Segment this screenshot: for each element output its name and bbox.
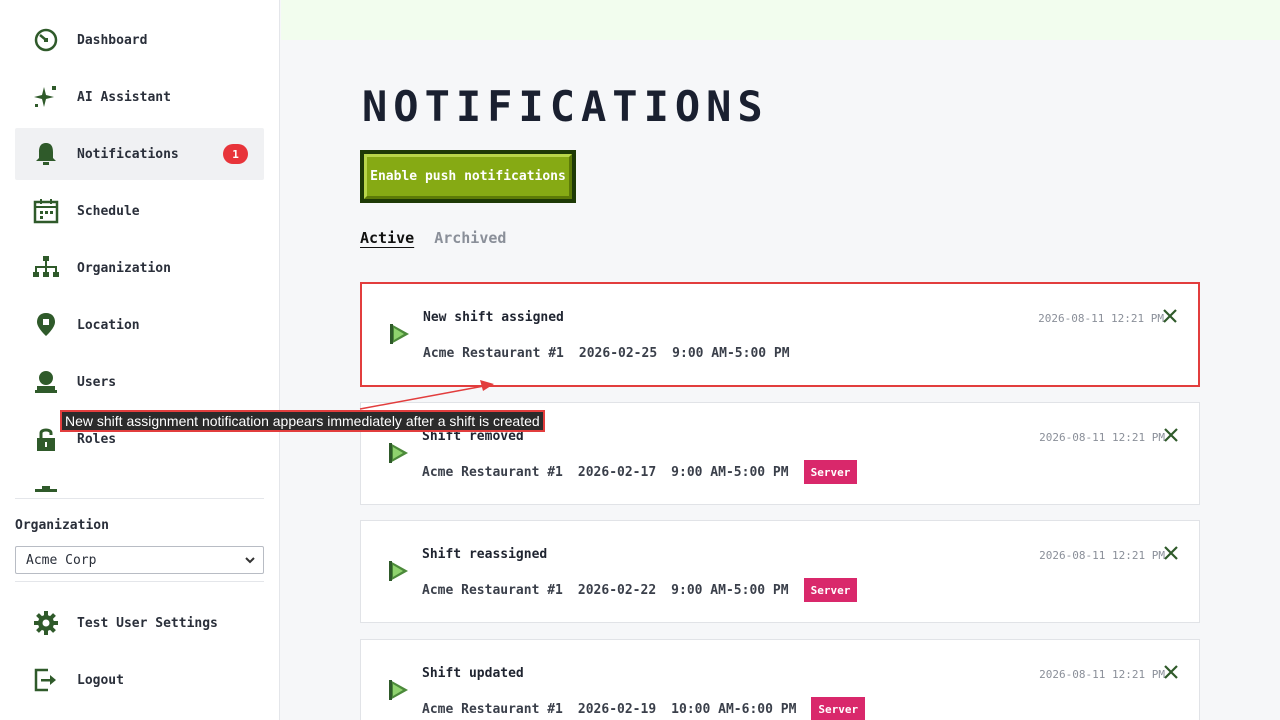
logout-button[interactable]: Logout	[15, 654, 264, 706]
notification-time: 10:00 AM-6:00 PM	[671, 701, 797, 717]
page-title: NOTIFICATIONS	[362, 82, 769, 131]
calendar-icon	[29, 194, 63, 228]
notification-arrow-icon	[389, 443, 408, 463]
notification-card[interactable]: New shift assigned Acme Restaurant #1 20…	[360, 282, 1200, 387]
sidebar-item-label: Users	[77, 374, 117, 390]
sidebar-item-schedule[interactable]: Schedule	[15, 185, 264, 237]
sidebar-divider	[15, 581, 264, 582]
sidebar-item-ai-assistant[interactable]: AI Assistant	[15, 71, 264, 123]
role-badge: Server	[803, 578, 858, 602]
notification-meta: Acme Restaurant #1 2026-02-19 10:00 AM-6…	[422, 696, 866, 720]
notification-time: 9:00 AM-5:00 PM	[672, 345, 790, 361]
enable-push-notifications-button[interactable]: Enable push notifications	[360, 150, 576, 203]
notification-location: Acme Restaurant #1	[423, 345, 564, 361]
notification-timestamp: 2026-08-11 12:21 PM	[1039, 431, 1165, 444]
notification-meta: Acme Restaurant #1 2026-02-17 9:00 AM-5:…	[422, 459, 858, 485]
sidebar-item-organization[interactable]: Organization	[15, 242, 264, 294]
organization-select-value: Acme Corp	[26, 552, 97, 568]
notification-time: 9:00 AM-5:00 PM	[671, 582, 789, 598]
top-banner-strip	[281, 0, 1280, 40]
notification-card[interactable]: Shift reassigned Acme Restaurant #1 2026…	[360, 520, 1200, 623]
user-icon	[29, 365, 63, 399]
sidebar-item-label: AI Assistant	[77, 89, 171, 105]
sidebar-item-users[interactable]: Users	[15, 356, 264, 408]
close-icon[interactable]	[1163, 664, 1179, 680]
notification-title: New shift assigned	[423, 310, 564, 325]
test-user-settings-button[interactable]: Test User Settings	[15, 597, 264, 649]
notification-title: Shift updated	[422, 666, 524, 681]
sidebar-item-label: Notifications	[77, 146, 179, 162]
sidebar-divider	[15, 498, 264, 499]
notification-date: 2026-02-17	[577, 464, 657, 480]
close-icon[interactable]	[1163, 427, 1179, 443]
tab-active[interactable]: Active	[360, 229, 414, 247]
annotation-callout: New shift assignment notification appear…	[60, 410, 545, 432]
push-button-label: Enable push notifications	[364, 154, 572, 199]
notification-meta: Acme Restaurant #1 2026-02-22 9:00 AM-5:…	[422, 577, 858, 603]
sidebar-item-dashboard[interactable]: Dashboard	[15, 14, 264, 66]
role-badge: Server	[811, 697, 866, 720]
notification-timestamp: 2026-08-11 12:21 PM	[1039, 549, 1165, 562]
sparkle-icon	[29, 80, 63, 114]
sidebar-item-more[interactable]	[15, 470, 264, 492]
close-icon[interactable]	[1163, 545, 1179, 561]
notification-arrow-icon	[389, 561, 408, 581]
notification-date: 2026-02-22	[577, 582, 657, 598]
notification-location: Acme Restaurant #1	[422, 464, 563, 480]
notification-location: Acme Restaurant #1	[422, 701, 563, 717]
sidebar-item-label: Roles	[77, 431, 117, 447]
sidebar-item-label: Organization	[77, 260, 171, 276]
lock-icon	[29, 422, 63, 456]
role-badge: Server	[803, 460, 858, 484]
notification-meta: Acme Restaurant #1 2026-02-25 9:00 AM-5:…	[423, 340, 805, 366]
sidebar-item-label: Dashboard	[77, 32, 148, 48]
sidebar-item-label: Location	[77, 317, 140, 333]
chevron-down-icon	[245, 557, 255, 564]
notification-date: 2026-02-19	[577, 701, 657, 717]
notification-date: 2026-02-25	[578, 345, 658, 361]
tab-archived[interactable]: Archived	[434, 229, 506, 247]
notification-arrow-icon	[390, 324, 409, 344]
organization-select[interactable]: Acme Corp	[15, 546, 264, 574]
notification-arrow-icon	[389, 680, 408, 700]
gear-icon	[29, 606, 63, 640]
organization-label: Organization	[15, 518, 109, 533]
notification-card[interactable]: Shift updated Acme Restaurant #1 2026-02…	[360, 639, 1200, 720]
sidebar: Dashboard AI Assistant Notifications 1 S…	[0, 0, 280, 720]
close-icon[interactable]	[1162, 308, 1178, 324]
org-chart-icon	[29, 251, 63, 285]
notification-title: Shift reassigned	[422, 547, 548, 562]
briefcase-icon	[29, 479, 63, 492]
sidebar-item-location[interactable]: Location	[15, 299, 264, 351]
sidebar-item-label: Schedule	[77, 203, 140, 219]
settings-label: Test User Settings	[77, 615, 218, 631]
notification-timestamp: 2026-08-11 12:21 PM	[1039, 668, 1165, 681]
location-pin-icon	[29, 308, 63, 342]
logout-label: Logout	[77, 672, 124, 688]
notification-time: 9:00 AM-5:00 PM	[671, 464, 789, 480]
notification-timestamp: 2026-08-11 12:21 PM	[1038, 312, 1164, 325]
logout-icon	[29, 663, 63, 697]
notification-tabs: Active Archived	[360, 229, 506, 247]
notification-count-badge: 1	[223, 144, 248, 164]
notification-location: Acme Restaurant #1	[422, 582, 563, 598]
dashboard-icon	[29, 23, 63, 57]
bell-icon	[29, 137, 63, 171]
sidebar-item-notifications[interactable]: Notifications 1	[15, 128, 264, 180]
